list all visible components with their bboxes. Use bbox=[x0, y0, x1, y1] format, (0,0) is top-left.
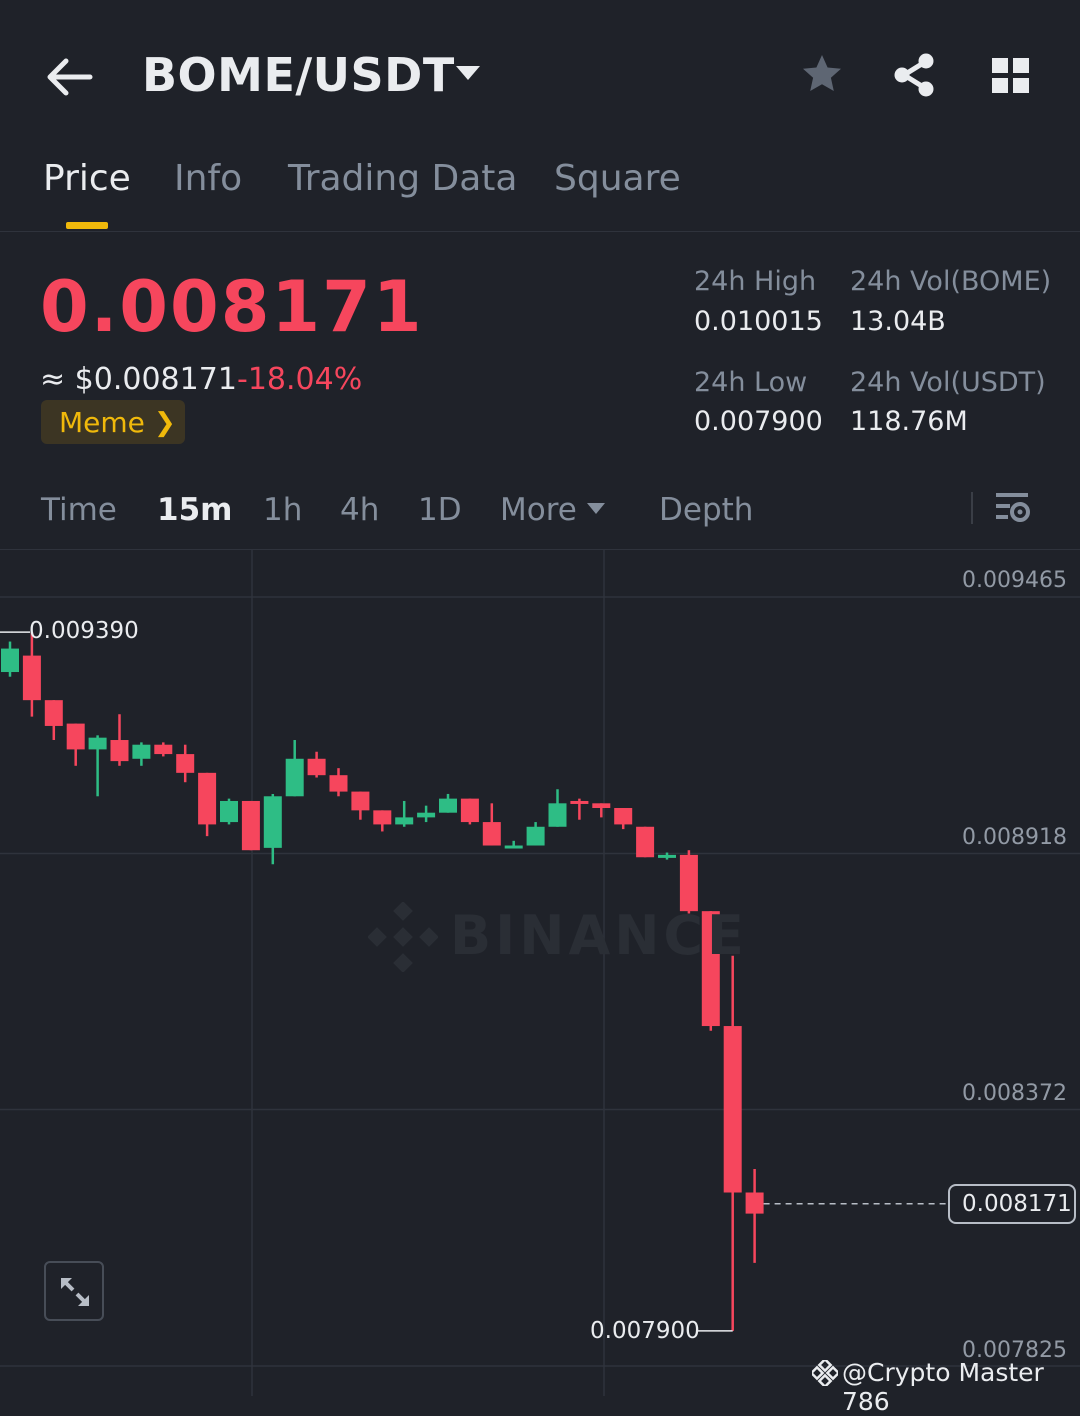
timeframe-1d[interactable]: 1D bbox=[418, 492, 462, 528]
timeframe-1h[interactable]: 1h bbox=[263, 492, 302, 528]
candle-down bbox=[482, 822, 501, 846]
chevron-right-icon: ❯ bbox=[154, 408, 176, 438]
candle-down bbox=[154, 744, 173, 755]
expand-icon bbox=[61, 1278, 89, 1306]
back-arrow-icon[interactable] bbox=[46, 55, 94, 99]
candlestick-chart[interactable] bbox=[0, 550, 1080, 1396]
low-label: 24h Low bbox=[694, 367, 808, 398]
share-icon[interactable] bbox=[892, 52, 936, 98]
low-value: 0.007900 bbox=[694, 406, 823, 437]
tab-square[interactable]: Square bbox=[554, 158, 681, 199]
candle-down bbox=[66, 723, 85, 750]
price-change-percent: -18.04% bbox=[237, 362, 363, 397]
y-axis-tick: 0.009465 bbox=[962, 568, 1067, 593]
candle-down bbox=[329, 775, 348, 792]
timeframe-4h[interactable]: 4h bbox=[340, 492, 379, 528]
vol-quote-label: 24h Vol(USDT) bbox=[850, 367, 1046, 398]
binance-logo-watermark bbox=[368, 902, 438, 972]
candles bbox=[1, 632, 764, 1331]
candle-up bbox=[548, 803, 567, 827]
grid-icon[interactable] bbox=[990, 56, 1032, 96]
vol-base-label: 24h Vol(BOME) bbox=[850, 266, 1052, 297]
y-axis-tick: 0.008918 bbox=[962, 825, 1067, 850]
more-caret-icon bbox=[587, 503, 605, 514]
candle-up bbox=[88, 737, 107, 750]
candle-down bbox=[460, 798, 479, 823]
candle-down bbox=[636, 826, 655, 858]
candle-up bbox=[526, 826, 545, 846]
toolbar-separator bbox=[971, 492, 973, 524]
candle-up bbox=[1, 648, 19, 673]
footer-credit: @Crypto Master 786 bbox=[842, 1358, 1044, 1416]
tab-info[interactable]: Info bbox=[174, 158, 242, 199]
vol-base-value: 13.04B bbox=[850, 306, 946, 337]
binance-watermark-text: BINANCE bbox=[450, 904, 748, 967]
binance-square-logo-icon bbox=[812, 1360, 838, 1386]
tab-price[interactable]: Price bbox=[43, 158, 131, 199]
candle-down bbox=[110, 740, 129, 762]
high-value: 0.010015 bbox=[694, 306, 823, 337]
expand-chart-button[interactable] bbox=[44, 1261, 104, 1321]
high-label: 24h High bbox=[694, 266, 817, 297]
current-price-label: 0.008171 bbox=[962, 1191, 1072, 1217]
candle-up bbox=[132, 744, 151, 759]
candle-down bbox=[570, 800, 589, 804]
caret-down-icon[interactable] bbox=[454, 64, 482, 82]
tabs-divider bbox=[0, 231, 1080, 232]
candle-up bbox=[263, 796, 282, 848]
candle-down bbox=[745, 1192, 764, 1214]
timeframe-more[interactable]: More bbox=[500, 492, 577, 528]
candle-down bbox=[241, 800, 260, 851]
pair-title[interactable]: BOME/USDT bbox=[142, 48, 455, 102]
chart-settings-icon[interactable] bbox=[994, 490, 1032, 526]
candle-down bbox=[198, 772, 217, 825]
timeframe-15m[interactable]: 15m bbox=[157, 492, 232, 528]
candle-down bbox=[373, 810, 392, 825]
active-tab-indicator bbox=[66, 222, 108, 229]
candle-down bbox=[44, 700, 63, 726]
candle-up bbox=[417, 812, 436, 818]
candle-up bbox=[220, 800, 238, 823]
candle-up bbox=[395, 817, 414, 825]
depth-tab[interactable]: Depth bbox=[659, 492, 753, 528]
chart-grid bbox=[0, 550, 1080, 1396]
candle-up bbox=[439, 798, 457, 813]
high-marker-label: 0.009390 bbox=[29, 618, 139, 644]
candle-down bbox=[307, 758, 326, 776]
meme-tag-label: Meme bbox=[59, 406, 145, 439]
candle-up bbox=[658, 854, 676, 858]
candle-down bbox=[614, 808, 633, 825]
candle-down bbox=[351, 791, 370, 811]
low-marker-label: 0.007900 bbox=[590, 1318, 700, 1344]
usd-price: ≈ $0.008171 bbox=[40, 362, 237, 397]
candle-down bbox=[22, 655, 41, 701]
chart-markers bbox=[0, 631, 946, 1332]
vol-quote-value: 118.76M bbox=[850, 406, 968, 437]
tab-trading-data[interactable]: Trading Data bbox=[288, 158, 517, 199]
y-axis-tick: 0.008372 bbox=[962, 1081, 1067, 1106]
candle-up bbox=[504, 845, 523, 849]
candle-down bbox=[592, 803, 611, 809]
candle-up bbox=[285, 758, 304, 797]
last-price: 0.008171 bbox=[40, 266, 424, 348]
timeframe-time[interactable]: Time bbox=[41, 492, 117, 528]
candle-down bbox=[176, 754, 195, 773]
candle-down bbox=[679, 854, 698, 912]
star-icon[interactable] bbox=[800, 52, 844, 96]
candle-down bbox=[723, 1026, 742, 1193]
